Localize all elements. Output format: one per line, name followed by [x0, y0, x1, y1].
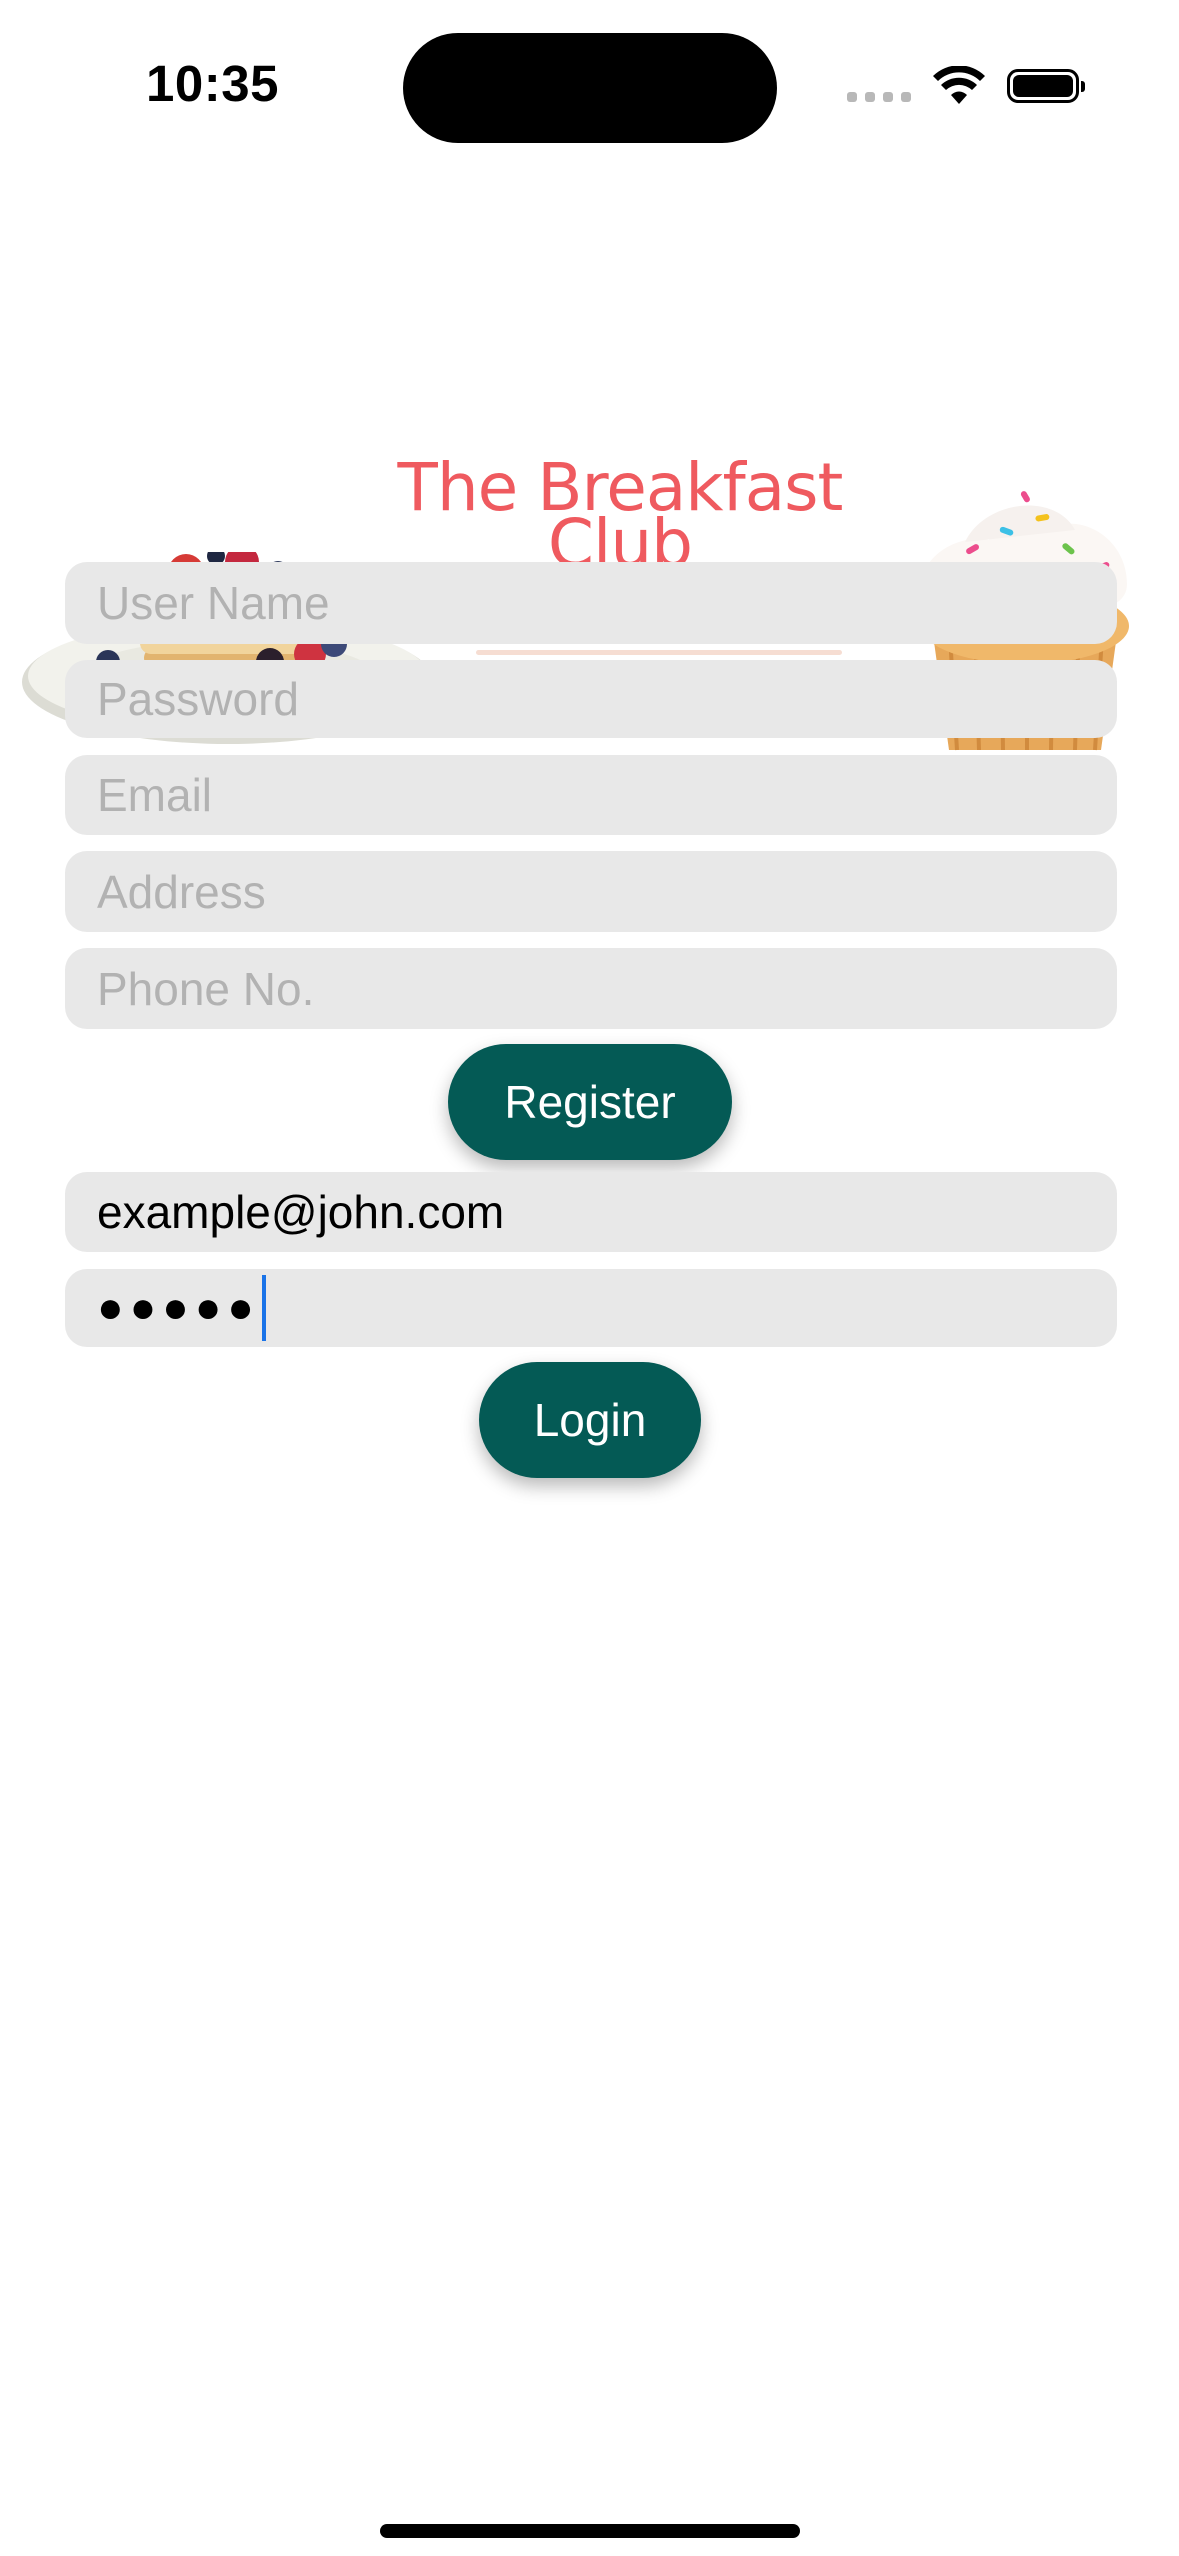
username-placeholder: User Name	[97, 577, 330, 629]
login-button-label: Login	[533, 1394, 647, 1446]
phone-placeholder: Phone No.	[97, 962, 315, 1015]
login-email-field[interactable]: example@john.com	[65, 1172, 1117, 1252]
cellular-signal-icon	[847, 92, 911, 102]
text-caret	[261, 1275, 266, 1341]
address-placeholder: Address	[97, 865, 266, 918]
login-email-value: example@john.com	[97, 1186, 505, 1238]
register-button[interactable]: Register	[448, 1044, 732, 1160]
home-indicator[interactable]	[380, 2524, 800, 2538]
username-field[interactable]: User Name	[65, 562, 1117, 644]
password-placeholder: Password	[97, 673, 299, 725]
title-divider	[476, 650, 842, 655]
dynamic-island	[403, 33, 777, 143]
email-field[interactable]: Email	[65, 755, 1117, 835]
password-field[interactable]: Password	[65, 660, 1117, 738]
battery-icon	[1007, 69, 1085, 103]
email-placeholder: Email	[97, 769, 213, 821]
status-time: 10:35	[146, 55, 279, 112]
wifi-icon	[933, 66, 985, 104]
phone-field[interactable]: Phone No.	[65, 948, 1117, 1029]
login-password-field[interactable]: ●●●●●	[65, 1269, 1117, 1347]
address-field[interactable]: Address	[65, 851, 1117, 932]
status-icons	[847, 66, 1085, 106]
login-button[interactable]: Login	[479, 1362, 701, 1478]
login-password-value: ●●●●●	[97, 1283, 260, 1332]
brand-title: The Breakfast Club	[380, 455, 860, 577]
register-button-label: Register	[504, 1076, 676, 1128]
